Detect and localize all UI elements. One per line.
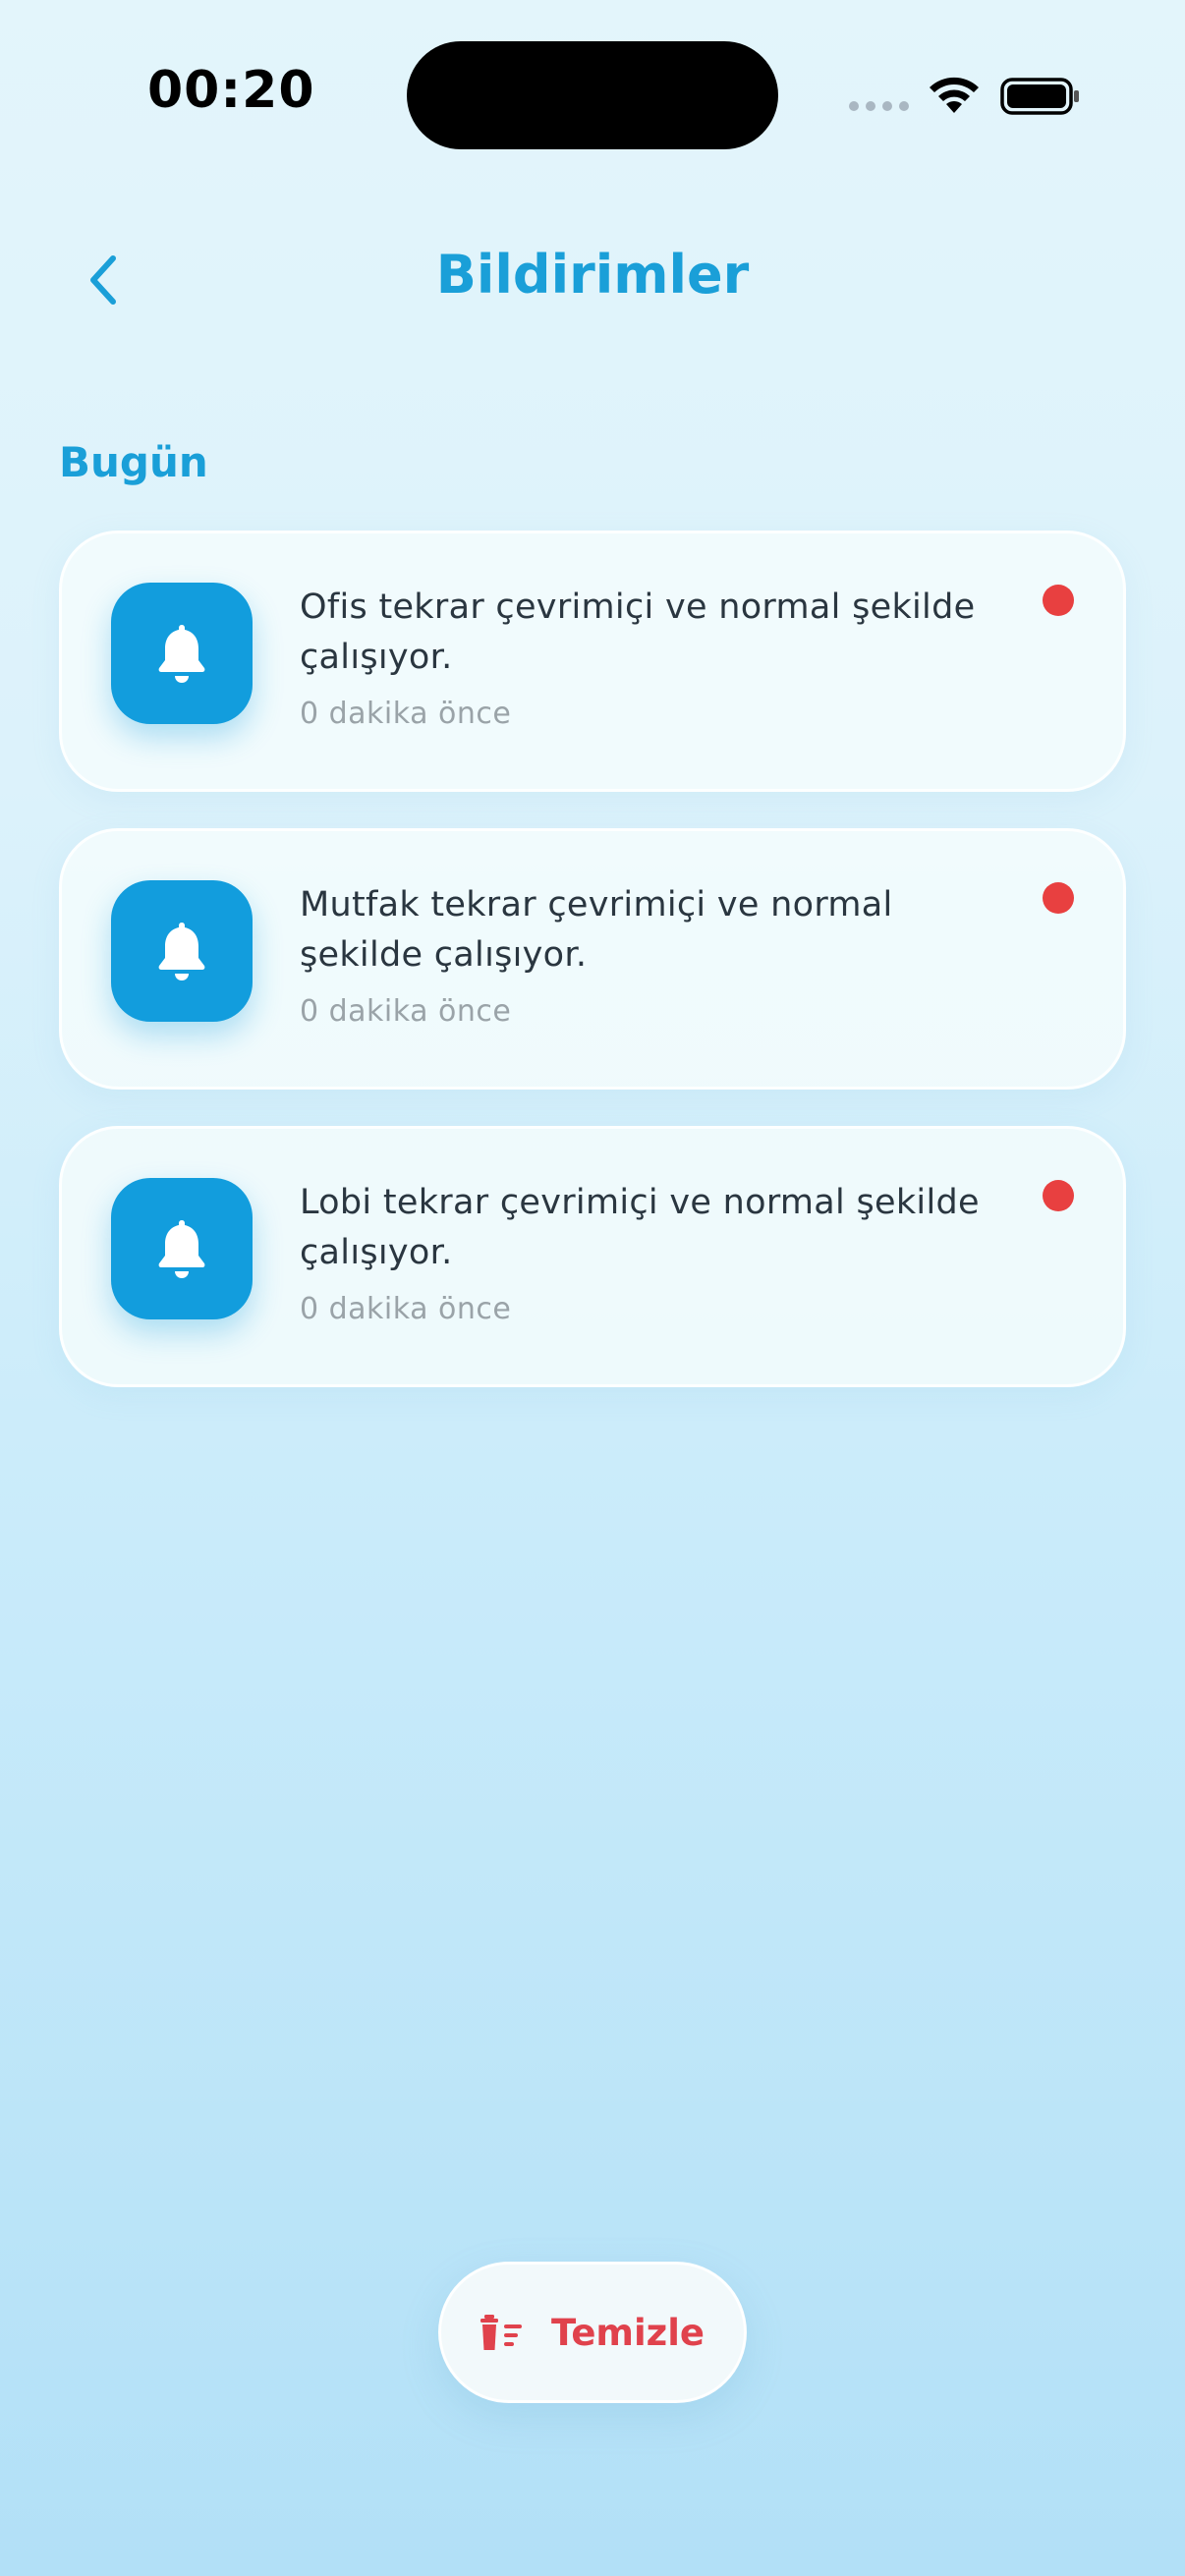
notification-card[interactable]: Mutfak tekrar çevrimiçi ve normal şekild… — [59, 828, 1126, 1090]
unread-indicator — [1043, 1180, 1074, 1211]
notification-message: Ofis tekrar çevrimiçi ve normal şekilde … — [300, 588, 976, 677]
notification-list: Ofis tekrar çevrimiçi ve normal şekilde … — [59, 531, 1126, 1424]
trash-icon — [480, 2315, 523, 2350]
dynamic-island — [407, 41, 778, 149]
notification-time: 0 dakika önce — [300, 697, 512, 731]
notification-content: Ofis tekrar çevrimiçi ve normal şekilde … — [300, 583, 1017, 731]
clear-button[interactable]: Temizle — [438, 2262, 747, 2403]
notification-card[interactable]: Lobi tekrar çevrimiçi ve normal şekilde … — [59, 1126, 1126, 1387]
bell-icon — [111, 583, 253, 724]
cellular-signal-icon — [849, 101, 909, 111]
status-time: 00:20 — [147, 61, 315, 120]
wifi-icon — [930, 77, 979, 113]
notification-content: Mutfak tekrar çevrimiçi ve normal şekild… — [300, 880, 1017, 1029]
header: Bildirimler — [0, 226, 1185, 324]
unread-indicator — [1043, 882, 1074, 914]
page-title: Bildirimler — [435, 244, 750, 306]
notification-content: Lobi tekrar çevrimiçi ve normal şekilde … — [300, 1178, 1017, 1326]
notification-message: Lobi tekrar çevrimiçi ve normal şekilde … — [300, 1183, 980, 1272]
notification-time: 0 dakika önce — [300, 1292, 512, 1326]
bell-icon — [111, 1178, 253, 1319]
battery-icon — [1000, 78, 1079, 115]
notification-message: Mutfak tekrar çevrimiçi ve normal şekild… — [300, 885, 893, 975]
unread-indicator — [1043, 585, 1074, 616]
bell-icon — [111, 880, 253, 1022]
clear-button-label: Temizle — [551, 2311, 705, 2354]
section-title-today: Bugün — [59, 438, 208, 486]
notification-time: 0 dakika önce — [300, 994, 512, 1029]
status-bar: 00:20 — [0, 0, 1185, 196]
notification-card[interactable]: Ofis tekrar çevrimiçi ve normal şekilde … — [59, 531, 1126, 792]
